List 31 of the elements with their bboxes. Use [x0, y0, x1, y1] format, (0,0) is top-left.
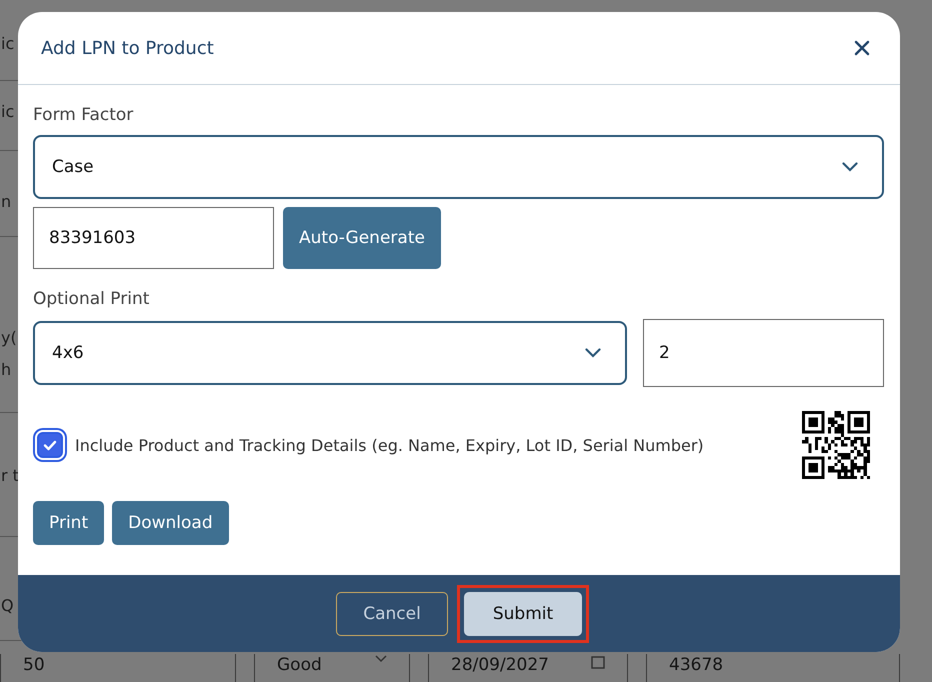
background-field[interactable]: Good	[254, 654, 410, 682]
label-size-select[interactable]: 4x6	[33, 321, 627, 385]
auto-generate-button[interactable]: Auto-Generate	[283, 207, 441, 269]
close-icon	[854, 40, 870, 56]
field-label: Optional Print	[33, 289, 150, 309]
chevron-down-icon	[585, 348, 601, 358]
chevron-down-icon	[375, 655, 387, 663]
background-text: y(	[1, 328, 17, 347]
calendar-icon	[591, 655, 605, 669]
action-button[interactable]: Print	[33, 501, 104, 545]
background-text: ic	[1, 102, 14, 121]
cancel-button[interactable]: Cancel	[336, 592, 448, 636]
checkbox-label: Include Product and Tracking Details (eg. Name, Expiry, Lot ID, Serial Number)	[75, 436, 705, 454]
background-text: r t	[1, 466, 19, 485]
action-button[interactable]: Download	[112, 501, 229, 545]
background-text: ic	[1, 34, 14, 53]
check-icon	[43, 440, 57, 450]
form-factor-select[interactable]: Case	[33, 135, 884, 199]
chevron-down-icon	[842, 162, 858, 172]
field-label: Form Factor	[33, 105, 134, 125]
lpn-input[interactable]: 83391603	[33, 207, 274, 269]
submit-button[interactable]: Submit	[464, 592, 582, 636]
background-text: h	[1, 360, 12, 379]
background-field[interactable]: 43678	[646, 654, 900, 682]
background-text: Q	[1, 596, 14, 615]
qr-code-icon	[802, 411, 870, 479]
background-field[interactable]: 50	[0, 654, 236, 682]
dialog-title: Add LPN to Product	[41, 38, 214, 58]
background-field[interactable]: 28/09/2027	[428, 654, 628, 682]
background-text: n	[1, 192, 12, 211]
copies-input[interactable]: 2	[643, 319, 884, 387]
